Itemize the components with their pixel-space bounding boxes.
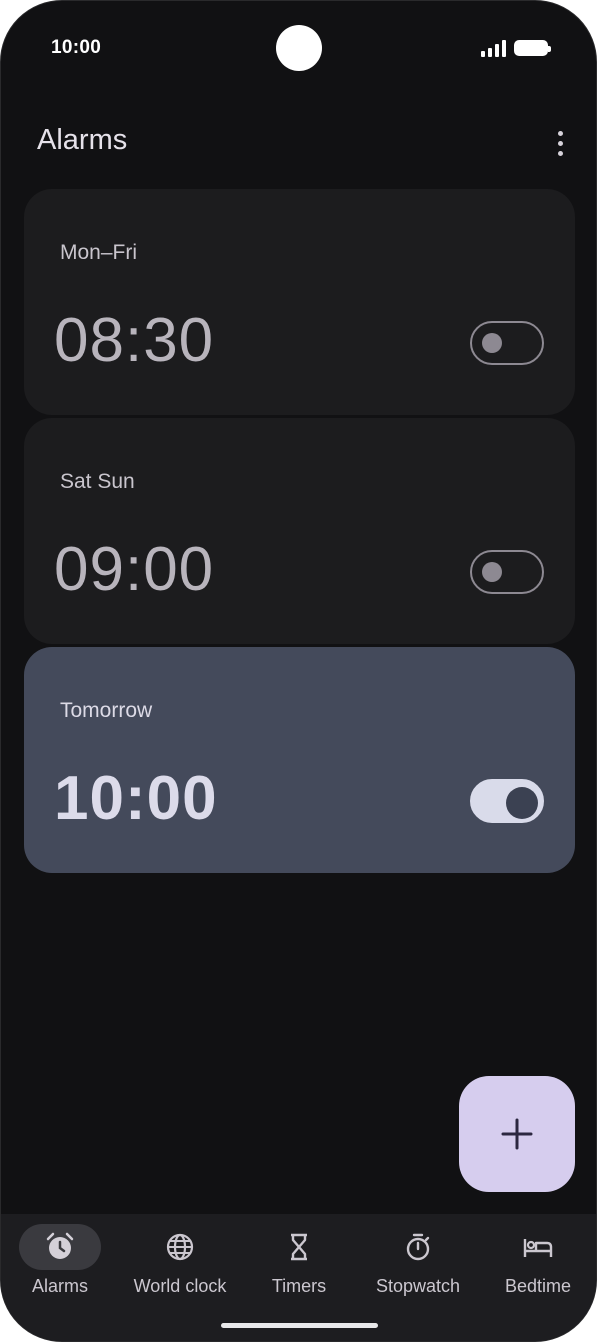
signal-icon <box>481 39 506 57</box>
nav-label: Bedtime <box>504 1276 572 1296</box>
toggle-knob <box>506 787 538 819</box>
alarm-toggle[interactable] <box>470 321 544 365</box>
phone-screen: 10:00 Alarms Mon–Fri 08:30 Sat Sun 09:00… <box>0 0 597 1342</box>
status-icons <box>481 39 551 57</box>
status-time: 10:00 <box>51 37 102 58</box>
globe-icon <box>166 1233 194 1261</box>
nav-item-timers[interactable]: Timers <box>239 1224 359 1297</box>
alarm-days: Mon–Fri <box>60 241 138 264</box>
alarm-toggle[interactable] <box>470 779 544 823</box>
toggle-knob <box>482 333 502 353</box>
add-icon <box>501 1118 533 1150</box>
nav-label: Stopwatch <box>375 1276 461 1296</box>
alarm-days: Tomorrow <box>60 699 153 722</box>
alarm-card[interactable]: Mon–Fri 08:30 <box>24 189 575 415</box>
alarm-time[interactable]: 09:00 <box>54 534 214 605</box>
camera-cutout <box>276 25 322 71</box>
nav-label: Timers <box>271 1276 327 1296</box>
add-alarm-button[interactable] <box>459 1076 575 1192</box>
hourglass-icon <box>291 1233 307 1261</box>
nav-item-alarms[interactable]: Alarms <box>1 1224 120 1297</box>
more-vert-icon[interactable] <box>545 125 575 161</box>
alarm-card[interactable]: Tomorrow 10:00 <box>24 647 575 873</box>
toggle-knob <box>482 562 502 582</box>
alarm-time[interactable]: 08:30 <box>54 305 214 376</box>
bed-icon <box>523 1239 553 1257</box>
home-indicator[interactable] <box>221 1323 378 1328</box>
nav-item-stopwatch[interactable]: Stopwatch <box>358 1224 478 1297</box>
alarm-days: Sat Sun <box>60 470 135 493</box>
page-title: Alarms <box>37 124 128 156</box>
alarm-toggle[interactable] <box>470 550 544 594</box>
battery-icon <box>514 40 551 56</box>
alarm-icon <box>46 1232 74 1259</box>
stopwatch-icon <box>406 1233 430 1261</box>
nav-label: World clock <box>133 1276 227 1296</box>
alarm-card[interactable]: Sat Sun 09:00 <box>24 418 575 644</box>
nav-item-bedtime[interactable]: Bedtime <box>478 1224 596 1297</box>
alarm-time[interactable]: 10:00 <box>54 763 218 834</box>
nav-label: Alarms <box>31 1276 88 1296</box>
nav-item-world-clock[interactable]: World clock <box>120 1224 240 1297</box>
